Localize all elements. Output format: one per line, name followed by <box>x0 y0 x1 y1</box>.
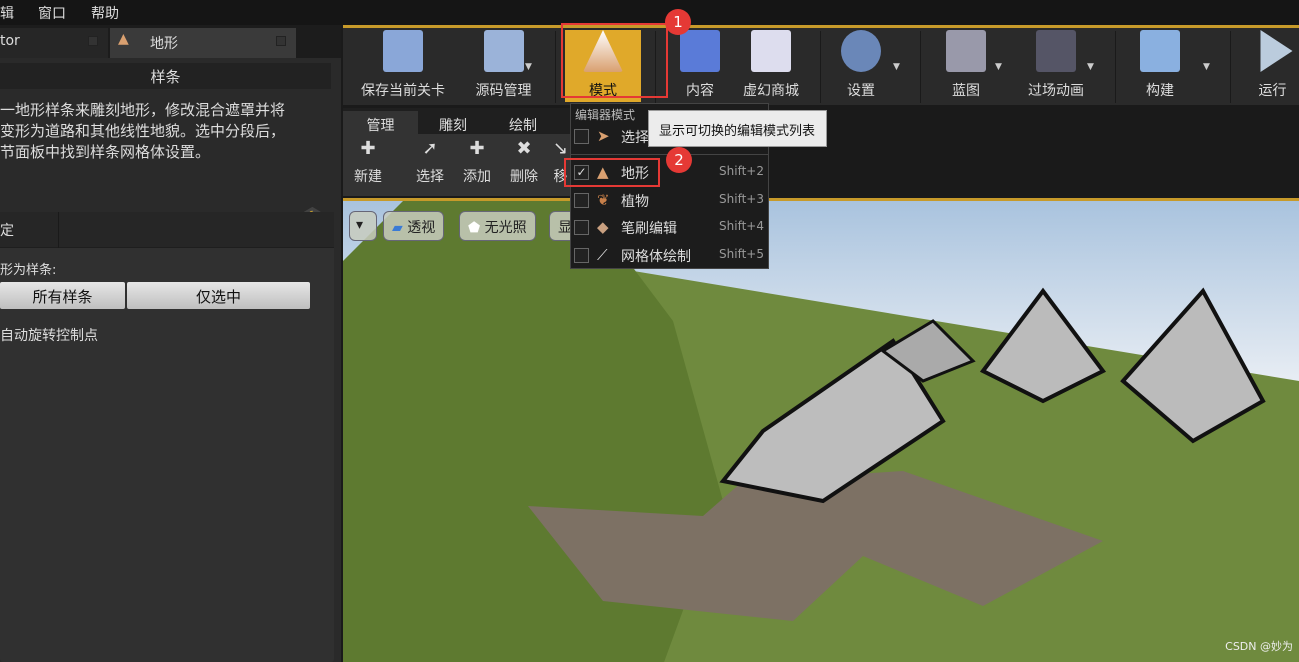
apply-selected-button[interactable]: 仅选中 <box>127 282 310 309</box>
foliage-icon: ❦ <box>597 191 610 209</box>
annotation-box-1 <box>561 23 668 98</box>
marketplace-button[interactable]: 虚幻商城 <box>736 30 806 100</box>
annotation-box-2 <box>564 158 660 187</box>
manage-tools: ✚ 新建 ➚ 选择 ✚ 添加 ✖ 删除 ↘ 移 <box>343 134 573 196</box>
save-button[interactable]: 保存当前关卡 <box>353 30 453 100</box>
shield-icon: ⬟ <box>468 220 481 236</box>
source-control-icon <box>483 30 524 72</box>
spline-settings: 定 形为样条: 自动旋转控制点 <box>0 212 334 662</box>
blueprint-button[interactable]: 蓝图 <box>930 30 1002 100</box>
play-icon <box>1260 30 1293 72</box>
delete-icon: ✖ <box>516 138 532 159</box>
settings-icon <box>841 30 881 72</box>
save-icon <box>383 30 423 72</box>
perspective-button[interactable]: ▰ 透视 <box>383 211 445 241</box>
tab-paint[interactable]: 绘制 <box>488 111 558 134</box>
section-header: 样条 <box>0 63 331 89</box>
menu-window[interactable]: 窗口 <box>38 0 91 25</box>
checkbox[interactable] <box>574 248 589 263</box>
level-viewport[interactable]: ▾ ▰ 透视 ⬟ 无光照 显 CSDN @妙为 <box>343 198 1299 662</box>
build-button[interactable]: 构建 <box>1125 30 1195 100</box>
deform-label: 形为样条: <box>0 263 57 278</box>
mode-mesh-paint[interactable]: ⟋ 网格体绘制 Shift+5 <box>571 243 768 269</box>
annotation-badge-2: 2 <box>666 147 692 173</box>
landscape-icon: ▲ <box>118 31 129 47</box>
tab-landscape[interactable]: ▲ 地形 <box>110 28 296 58</box>
new-tool[interactable]: ✚ 新建 <box>348 138 388 186</box>
checkbox[interactable] <box>574 193 589 208</box>
play-button[interactable]: 运行 <box>1240 30 1299 100</box>
checkbox[interactable] <box>574 220 589 235</box>
cinematics-icon <box>1036 30 1076 72</box>
new-icon: ✚ <box>360 138 376 159</box>
build-icon <box>1140 30 1180 72</box>
close-icon[interactable] <box>276 36 286 46</box>
viewport-options-button[interactable]: ▾ <box>349 211 377 241</box>
menu-edit[interactable]: 辑 <box>0 0 38 25</box>
auto-rotate-label: 自动旋转控制点 <box>0 328 98 344</box>
perspective-icon: ▰ <box>392 220 403 236</box>
marketplace-icon <box>751 30 791 72</box>
delete-tool[interactable]: ✖ 删除 <box>504 138 544 186</box>
checkbox[interactable] <box>574 129 589 144</box>
scene-render <box>343 201 1299 662</box>
content-button[interactable]: 内容 <box>665 30 735 100</box>
tab-editor[interactable]: tor <box>0 28 108 58</box>
description: 一地形样条来雕刻地形，修改混合遮罩并将 变形为道路和其他线性地貌。选中分段后， … <box>0 101 286 161</box>
content-icon <box>680 30 720 72</box>
select-icon: ➚ <box>422 138 438 159</box>
tab-manage[interactable]: 管理 <box>343 111 418 134</box>
menu-help[interactable]: 帮助 <box>91 0 132 25</box>
source-control-button[interactable]: 源码管理 <box>456 30 551 100</box>
watermark: CSDN @妙为 <box>1225 640 1293 653</box>
landscape-panel: tor ▲ 地形 样条 一地形样条来雕刻地形，修改混合遮罩并将 变形为道路和其他线… <box>0 25 341 662</box>
menu-bar: 辑 窗口 帮助 <box>0 0 1299 25</box>
brush-edit-icon: ◆ <box>597 218 609 236</box>
main-toolbar: 保存当前关卡 源码管理 ▼ 模式 内容 虚幻商城 设置 ▼ 蓝图 ▼ 过场动画 … <box>343 25 1299 105</box>
paintbrush-icon: ⟋ <box>597 246 608 264</box>
select-tool[interactable]: ➚ 选择 <box>410 138 450 186</box>
cinematics-button[interactable]: 过场动画 <box>1016 30 1096 100</box>
mode-brush-edit[interactable]: ◆ 笔刷编辑 Shift+4 <box>571 215 768 241</box>
add-icon: ✚ <box>469 138 485 159</box>
tooltip: 显示可切换的编辑模式列表 <box>648 110 827 147</box>
blueprint-icon <box>946 30 986 72</box>
mode-foliage[interactable]: ❦ 植物 Shift+3 <box>571 188 768 214</box>
close-icon[interactable] <box>88 36 98 46</box>
add-tool[interactable]: ✚ 添加 <box>457 138 497 186</box>
landscape-mode-tabs: 管理 雕刻 绘制 <box>343 108 573 134</box>
tab-sculpt[interactable]: 雕刻 <box>418 111 488 134</box>
annotation-badge-1: 1 <box>665 9 691 35</box>
settings-button[interactable]: 设置 <box>830 30 892 100</box>
apply-all-splines-button[interactable]: 所有样条 <box>0 282 125 309</box>
cursor-icon: ➤ <box>597 127 610 145</box>
unlit-button[interactable]: ⬟ 无光照 <box>459 211 536 241</box>
